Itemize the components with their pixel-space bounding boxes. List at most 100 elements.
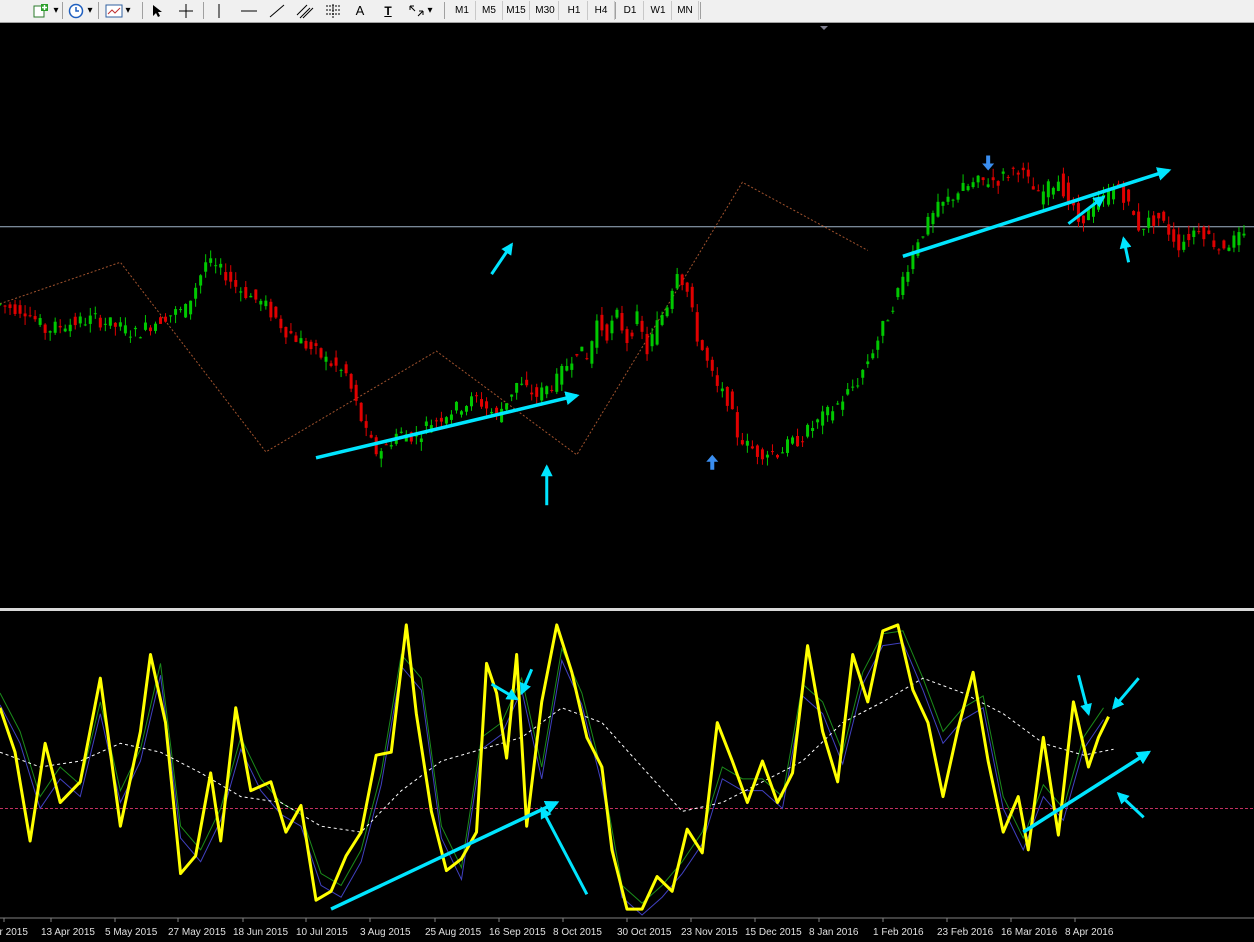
candle-body <box>540 387 544 401</box>
candle-body <box>38 318 42 325</box>
candle-body <box>876 340 880 350</box>
candle-body <box>294 335 298 342</box>
candle-body <box>1142 228 1146 230</box>
candle-body <box>981 177 985 181</box>
candle-body <box>434 420 438 422</box>
candle-body <box>705 347 709 361</box>
candle-body <box>886 320 890 322</box>
candle-body <box>359 402 363 422</box>
oscillator-average-line <box>0 677 1114 833</box>
timeframe-m5[interactable]: M5 <box>476 1 503 20</box>
candle-body <box>640 320 644 332</box>
timeframe-m30[interactable]: M30 <box>532 1 559 20</box>
annotation-arrow <box>1076 674 1092 717</box>
candle-body <box>319 348 323 358</box>
x-tick-label: 10 Jul 2015 <box>296 927 348 938</box>
candle-body <box>660 314 664 325</box>
vertical-line-button[interactable] <box>210 1 228 20</box>
dropdown-arrow[interactable]: ▾ <box>426 1 434 20</box>
candle-body <box>505 403 509 410</box>
templates-button[interactable] <box>104 1 124 20</box>
candle-body <box>780 452 784 454</box>
x-tick-label: 13 Apr 2015 <box>41 927 95 938</box>
candle-body <box>48 331 52 333</box>
arrows-button[interactable] <box>406 1 426 20</box>
candle-body <box>866 361 870 365</box>
candle-body <box>791 437 795 444</box>
timeframe-w1[interactable]: W1 <box>645 1 672 20</box>
candle-body <box>118 322 122 327</box>
timeframe-h4[interactable]: H4 <box>588 1 615 20</box>
toolbar-separator <box>62 2 63 19</box>
candle-body <box>846 389 850 395</box>
dropdown-arrow[interactable]: ▾ <box>86 1 94 20</box>
x-tick-label: 3 Aug 2015 <box>360 927 411 938</box>
cursor-button[interactable] <box>148 1 166 20</box>
candle-body <box>1041 191 1045 205</box>
x-tick-label: 15 Dec 2015 <box>745 927 802 938</box>
dropdown-arrow[interactable]: ▾ <box>52 1 60 20</box>
candle-body <box>550 389 554 391</box>
text-button[interactable]: A <box>350 1 370 20</box>
horizontal-line-button[interactable] <box>238 1 260 20</box>
candle-body <box>289 331 293 334</box>
fibonacci-button[interactable] <box>322 1 344 20</box>
candle-body <box>299 338 303 344</box>
crosshair-button[interactable] <box>176 1 196 20</box>
candle-body <box>103 323 107 325</box>
new-chart-button[interactable] <box>30 1 52 20</box>
candle-body <box>424 421 428 426</box>
panel-separator <box>0 608 1254 611</box>
timeframe-mn[interactable]: MN <box>672 1 699 20</box>
candle-body <box>851 386 855 388</box>
x-tick-label: 18 Jun 2015 <box>233 927 288 938</box>
candle-body <box>339 369 343 371</box>
candle-body <box>1061 173 1065 197</box>
candle-body <box>926 216 930 235</box>
candle-body <box>329 363 333 366</box>
candle-body <box>8 304 12 309</box>
candle-body <box>219 263 223 268</box>
candle-body <box>1217 249 1221 251</box>
candle-body <box>148 327 152 332</box>
candle-body <box>138 337 142 339</box>
candle-body <box>871 353 875 359</box>
annotation-arrow <box>1116 791 1145 819</box>
candle-body <box>770 451 774 453</box>
candle-body <box>665 307 669 317</box>
periodicity-button[interactable] <box>66 1 86 20</box>
x-tick-label: 23 Nov 2015 <box>681 927 738 938</box>
dropdown-arrow[interactable]: ▾ <box>124 1 132 20</box>
candle-body <box>249 295 253 298</box>
candle-body <box>354 384 358 401</box>
candle-body <box>565 366 569 371</box>
candle-body <box>1227 247 1231 251</box>
chart: ar 2015 13 Apr 2015 5 May 2015 27 May 2015 1… <box>0 26 1254 942</box>
candle-body <box>570 363 574 370</box>
candle-body <box>1132 211 1136 215</box>
timeframe-m15[interactable]: M15 <box>503 1 530 20</box>
x-tick-label: 30 Oct 2015 <box>617 927 672 938</box>
timeframe-h1[interactable]: H1 <box>561 1 588 20</box>
channel-icon <box>296 4 314 18</box>
text-label-button[interactable]: T <box>378 1 398 20</box>
candle-body <box>63 328 67 332</box>
candle-body <box>98 317 102 328</box>
timeframe-m1[interactable]: M1 <box>449 1 476 20</box>
candle-body <box>971 182 975 188</box>
candle-body <box>1162 211 1166 221</box>
timeframe-d1[interactable]: D1 <box>617 1 644 20</box>
candle-body <box>1147 217 1151 228</box>
candle-body <box>93 313 97 315</box>
candle-body <box>169 315 173 317</box>
candle-body <box>1076 203 1080 222</box>
candle-body <box>755 445 759 457</box>
channel-button[interactable] <box>294 1 316 20</box>
candle-body <box>324 356 328 362</box>
candle-body <box>209 258 213 263</box>
candle-body <box>720 388 724 392</box>
toolbar-separator <box>98 2 99 19</box>
candle-body <box>675 274 679 289</box>
x-tick-label: 8 Oct 2015 <box>553 927 602 938</box>
trendline-button[interactable] <box>266 1 288 20</box>
